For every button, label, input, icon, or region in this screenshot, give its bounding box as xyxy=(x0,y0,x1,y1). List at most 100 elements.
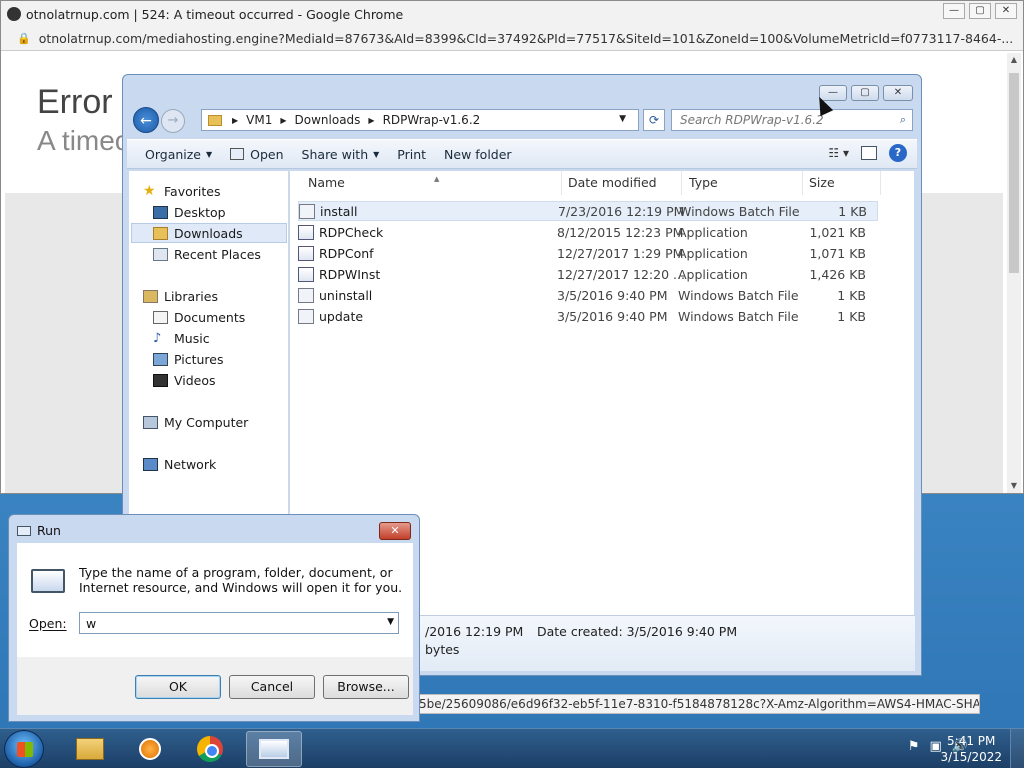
application-icon xyxy=(298,266,314,282)
nav-libraries[interactable]: Libraries xyxy=(143,286,218,306)
nav-music[interactable]: ♪ Music xyxy=(153,328,210,348)
taskbar-chrome[interactable] xyxy=(182,731,238,767)
show-desktop-button[interactable] xyxy=(1010,729,1024,768)
preview-pane-icon[interactable] xyxy=(861,146,877,160)
maximize-button[interactable]: ▢ xyxy=(969,3,991,19)
taskbar-media-player[interactable] xyxy=(122,731,178,767)
clock[interactable]: 5:41 PM 3/15/2022 xyxy=(940,733,1002,765)
scroll-down-icon[interactable]: ▼ xyxy=(1007,479,1021,493)
scroll-thumb[interactable] xyxy=(1009,73,1019,273)
run-titlebar[interactable]: Run xyxy=(17,523,61,538)
batch-file-icon xyxy=(298,308,314,324)
search-input[interactable]: Search RDPWrap-v1.6.2 ⌕ xyxy=(671,109,913,131)
error-title: Error xyxy=(37,83,113,121)
breadcrumb-chevron-icon[interactable]: ▶ xyxy=(232,116,238,125)
table-row[interactable]: update 3/5/2016 9:40 PM Windows Batch Fi… xyxy=(298,306,878,326)
column-header-size[interactable]: Size xyxy=(801,171,881,195)
nav-videos[interactable]: Videos xyxy=(153,370,216,390)
url-text[interactable]: otnolatrnup.com/mediahosting.engine?Medi… xyxy=(39,31,1023,46)
minimize-button[interactable]: — xyxy=(943,3,965,19)
downloads-folder-icon xyxy=(153,226,168,240)
explorer-maximize-button[interactable]: ▢ xyxy=(851,85,879,101)
breadcrumb[interactable]: ▶ VM1 ▶ Downloads ▶ RDPWrap-v1.6.2 ▼ xyxy=(201,109,639,131)
breadcrumb-item-vm1[interactable]: VM1 xyxy=(246,113,272,127)
forward-button[interactable]: → xyxy=(161,109,185,133)
refresh-button[interactable]: ⟳ xyxy=(643,109,665,131)
media-player-icon xyxy=(139,738,161,760)
nav-recent-label: Recent Places xyxy=(174,246,261,262)
run-body: Type the name of a program, folder, docu… xyxy=(17,543,413,657)
file-name: RDPCheck xyxy=(319,224,384,240)
taskbar-run[interactable] xyxy=(246,731,302,767)
search-placeholder: Search RDPWrap-v1.6.2 xyxy=(680,113,824,127)
scroll-up-icon[interactable]: ▲ xyxy=(1007,53,1021,67)
breadcrumb-chevron-icon[interactable]: ▶ xyxy=(368,116,374,125)
chevron-down-icon[interactable]: ▼ xyxy=(387,617,394,627)
folder-icon xyxy=(76,738,104,760)
nav-recent-places[interactable]: Recent Places xyxy=(153,244,261,264)
chrome-title: otnolatrnup.com | 524: A timeout occurre… xyxy=(26,6,404,22)
explorer-close-button[interactable]: ✕ xyxy=(883,85,913,101)
open-button[interactable]: Open xyxy=(230,147,284,162)
nav-network[interactable]: Network xyxy=(143,454,216,474)
print-button[interactable]: Print xyxy=(397,147,426,162)
address-bar[interactable]: 🔒 otnolatrnup.com/mediahosting.engine?Me… xyxy=(1,27,1023,51)
run-icon xyxy=(259,739,289,759)
nav-my-computer[interactable]: My Computer xyxy=(143,412,248,432)
help-icon[interactable]: ? xyxy=(889,144,907,162)
browse-button[interactable]: Browse... xyxy=(323,675,409,699)
breadcrumb-item-downloads[interactable]: Downloads xyxy=(295,113,361,127)
windows-logo-icon xyxy=(17,742,33,757)
ok-button[interactable]: OK xyxy=(135,675,221,699)
nav-network-label: Network xyxy=(164,456,217,472)
nav-documents[interactable]: Documents xyxy=(153,307,245,327)
page-scrollbar[interactable]: ▲ ▼ xyxy=(1007,53,1021,493)
details-created: Date created: 3/5/2016 9:40 PM xyxy=(537,624,738,639)
application-icon xyxy=(298,245,314,261)
table-row[interactable]: install 7/23/2016 12:19 PM Windows Batch… xyxy=(298,201,878,221)
taskbar-explorer[interactable] xyxy=(62,731,118,767)
details-modified: /2016 12:19 PM xyxy=(425,624,524,639)
file-date: 7/23/2016 12:19 PM xyxy=(558,203,685,219)
libraries-icon xyxy=(143,289,158,303)
table-row[interactable]: RDPConf 12/27/2017 1:29 PM Application 1… xyxy=(298,243,878,263)
file-date: 3/5/2016 9:40 PM xyxy=(557,287,668,303)
table-row[interactable]: uninstall 3/5/2016 9:40 PM Windows Batch… xyxy=(298,285,878,305)
nav-libraries-label: Libraries xyxy=(164,288,218,304)
view-options-icon[interactable]: ☷ ▾ xyxy=(828,146,849,160)
run-open-input[interactable]: w ▼ xyxy=(79,612,399,634)
column-header-date[interactable]: Date modified xyxy=(560,171,682,195)
nav-desktop[interactable]: Desktop xyxy=(153,202,226,222)
column-header-type[interactable]: Type xyxy=(681,171,803,195)
chrome-titlebar[interactable]: otnolatrnup.com | 524: A timeout occurre… xyxy=(1,1,1023,27)
explorer-window-controls: — ▢ ✕ xyxy=(819,85,913,101)
close-button[interactable]: ✕ xyxy=(995,3,1017,19)
search-icon[interactable]: ⌕ xyxy=(900,113,906,127)
documents-icon xyxy=(153,310,168,324)
action-center-icon[interactable]: ⚑ xyxy=(908,739,920,754)
file-type: Windows Batch File xyxy=(678,287,799,303)
nav-downloads[interactable]: Downloads xyxy=(131,223,287,243)
chevron-down-icon[interactable]: ▼ xyxy=(619,114,626,124)
nav-favorites[interactable]: ★ Favorites xyxy=(143,181,220,201)
column-header-name[interactable]: Name ▲ xyxy=(300,171,562,195)
breadcrumb-chevron-icon[interactable]: ▶ xyxy=(280,116,286,125)
breadcrumb-item-rdpwrap[interactable]: RDPWrap-v1.6.2 xyxy=(383,113,481,127)
share-with-button[interactable]: Share with ▼ xyxy=(302,147,380,162)
nav-pictures[interactable]: Pictures xyxy=(153,349,224,369)
videos-icon xyxy=(153,373,168,387)
file-size: 1,071 KB xyxy=(809,245,866,261)
folder-icon xyxy=(208,114,222,126)
back-button[interactable]: ← xyxy=(133,107,159,133)
start-button[interactable] xyxy=(4,730,44,768)
lock-icon: 🔒 xyxy=(17,32,31,45)
table-row[interactable]: RDPCheck 8/12/2015 12:23 PM Application … xyxy=(298,222,878,242)
table-row[interactable]: RDPWInst 12/27/2017 12:20 ... Applicatio… xyxy=(298,264,878,284)
cancel-button[interactable]: Cancel xyxy=(229,675,315,699)
organize-button[interactable]: Organize ▼ xyxy=(145,147,212,162)
new-folder-button[interactable]: New folder xyxy=(444,147,512,162)
run-program-icon xyxy=(31,569,65,593)
run-close-button[interactable]: ✕ xyxy=(379,522,411,540)
chrome-window-controls: — ▢ ✕ xyxy=(943,3,1017,19)
file-type: Application xyxy=(678,266,748,282)
